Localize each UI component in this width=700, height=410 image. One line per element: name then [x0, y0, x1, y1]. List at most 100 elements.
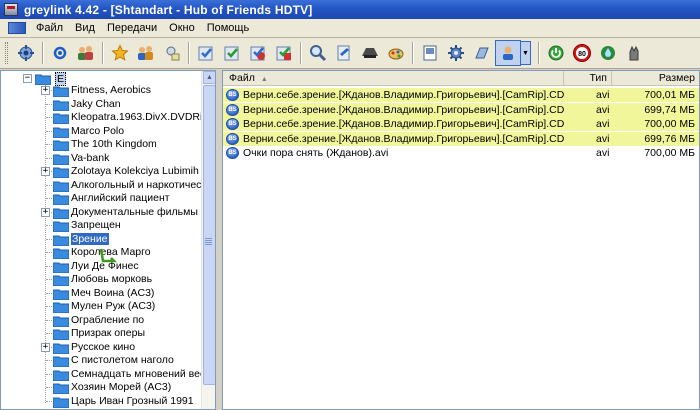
file-size: 699,74 МБ	[644, 103, 695, 116]
sort-ascending-icon: ▲	[260, 76, 268, 83]
tree-item-label[interactable]: Зрение	[71, 232, 109, 245]
check-upload-icon[interactable]	[193, 40, 219, 66]
folder-tree-content: − E + Fitness, Aerobics Jaky Chan Kleopatra…	[1, 71, 215, 410]
tree-item-label[interactable]: Царь Иван Грозный 1991	[71, 395, 194, 407]
menu-window[interactable]: Окно	[163, 20, 201, 37]
open-file-icon[interactable]	[469, 40, 495, 66]
tree-item-label[interactable]: Меч Воина (AC3)	[71, 287, 154, 299]
speed-limit-80-icon[interactable]: 80	[569, 40, 595, 66]
file-name-cell: BS Верни.себе.зрение.[Жданов.Владимир.Гри…	[223, 118, 564, 130]
file-row[interactable]: BS Верни.себе.зрение.[Жданов.Владимир.Гри…	[223, 102, 699, 117]
speed-limit-label: 80	[578, 51, 586, 58]
file-type: avi	[596, 132, 610, 145]
tree-item[interactable]: Царь Иван Грозный 1991	[1, 393, 201, 410]
menu-transfers[interactable]: Передачи	[101, 20, 163, 37]
tree-item-label[interactable]: The 10th Kingdom	[71, 138, 157, 150]
file-name-cell: BS Верни.себе.зрение.[Жданов.Владимир.Гри…	[223, 103, 564, 116]
search-icon[interactable]	[305, 40, 331, 66]
file-icon: BS	[226, 132, 239, 145]
file-type: avi	[596, 147, 610, 159]
scroll-up-icon[interactable]: ▲	[203, 71, 215, 84]
file-name: Очки пора снять (Жданов).avi	[243, 147, 389, 159]
tree-item-label[interactable]: Kleopatra.1963.DivX.DVDRip	[71, 111, 208, 123]
tree-item-label[interactable]: Marco Polo	[71, 125, 124, 137]
file-list-header: Файл ▲ Тип Размер	[223, 71, 699, 86]
file-row[interactable]: BS Верни.себе.зрение.[Жданов.Владимир.Гри…	[223, 131, 699, 146]
file-row[interactable]: BS Верни.себе.зрение.[Жданов.Владимир.Гри…	[223, 117, 699, 131]
tree-item-label[interactable]: Призрак оперы	[71, 327, 145, 339]
dropdown-icon[interactable]: ▼	[521, 41, 531, 65]
file-name-cell: BS Очки пора снять (Жданов).avi	[223, 147, 564, 159]
tree-item-label[interactable]: Zolotaya Kolekciya Lubimih Mult	[71, 165, 215, 177]
tree-item-label[interactable]: Документальные фильмы	[71, 206, 198, 218]
favorite-star-icon[interactable]	[107, 40, 133, 66]
file-icon: BS	[226, 89, 239, 101]
tree-item-label[interactable]: Fitness, Aerobics	[71, 84, 151, 96]
column-header-name[interactable]: Файл ▲	[223, 71, 564, 86]
hand-icon[interactable]	[621, 40, 647, 66]
tree-item-label[interactable]: Алкогольный и наркотический	[71, 179, 215, 191]
gear-settings-icon[interactable]	[443, 40, 469, 66]
file-type: avi	[596, 89, 610, 101]
favorite-users-icon[interactable]	[133, 40, 159, 66]
file-row[interactable]: BS Очки пора снять (Жданов).avi avi 700,00 …	[223, 146, 699, 160]
column-header-size[interactable]: Размер	[612, 71, 699, 86]
check-queue-icon[interactable]	[245, 40, 271, 66]
tree-item-label[interactable]: Хозяин Морей (AC3)	[71, 381, 171, 393]
search-spy-icon[interactable]	[331, 40, 357, 66]
tree-item-label[interactable]: Запрещен	[71, 219, 121, 231]
toolbar-separator	[412, 42, 414, 64]
folder-tree[interactable]: − E + Fitness, Aerobics Jaky Chan Kleopatra…	[0, 70, 216, 410]
expand-icon[interactable]: +	[41, 86, 50, 95]
tree-item-label[interactable]: Английский пациент	[71, 192, 170, 204]
menu-window-icon[interactable]	[8, 22, 26, 34]
reconnect-icon[interactable]	[47, 40, 73, 66]
file-icon: BS	[226, 118, 239, 130]
toolbar-separator	[538, 42, 540, 64]
scrollbar-grip	[205, 238, 212, 246]
file-size: 699,76 МБ	[644, 132, 695, 145]
file-list[interactable]: Файл ▲ Тип Размер BS Верни.себе.зрение.[Жд…	[222, 70, 700, 410]
expand-icon[interactable]: +	[41, 342, 50, 352]
tree-item-label[interactable]: Va-bank	[71, 152, 109, 164]
power-icon[interactable]	[543, 40, 569, 66]
drop-icon[interactable]	[595, 40, 621, 66]
file-name: Верни.себе.зрение.[Жданов.Владимир.Григо…	[243, 103, 564, 116]
file-icon: BS	[226, 147, 239, 159]
window-title: greylink 4.42 - [Shtandart - Hub of Frie…	[24, 2, 313, 17]
users-icon[interactable]	[73, 40, 99, 66]
toolbar-separator	[42, 42, 44, 64]
adl-search-icon[interactable]	[357, 40, 383, 66]
file-row[interactable]: BS Верни.себе.зрение.[Жданов.Владимир.Гри…	[223, 88, 699, 102]
tree-item-label[interactable]: С пистолетом наголо	[71, 354, 174, 366]
column-header-name-label: Файл	[229, 72, 255, 84]
tree-item-label[interactable]: Любовь морковь	[71, 273, 152, 285]
connect-icon[interactable]	[13, 40, 39, 66]
tree-item-label[interactable]: Мулен Руж (AC3)	[71, 300, 155, 312]
tree-item-label[interactable]: Русское кино	[71, 341, 135, 353]
check-download-icon[interactable]	[219, 40, 245, 66]
column-header-type[interactable]: Тип	[564, 71, 612, 86]
toolbar: ▼ 80	[0, 38, 700, 69]
hub-list-icon[interactable]	[383, 40, 409, 66]
menu-view[interactable]: Вид	[69, 20, 101, 37]
settings-icon[interactable]	[159, 40, 185, 66]
expand-icon[interactable]: +	[41, 167, 50, 176]
menu-bar: Файл Вид Передачи Окно Помощь	[0, 19, 700, 38]
scrollbar-thumb[interactable]	[203, 85, 215, 385]
tree-item-label[interactable]: Семнадцать мгновений весны	[71, 368, 215, 380]
file-type: avi	[596, 103, 610, 116]
toolbar-grip[interactable]	[5, 42, 8, 64]
notepad-icon[interactable]	[417, 40, 443, 66]
user-active-icon[interactable]	[495, 40, 521, 66]
check-finished-icon[interactable]	[271, 40, 297, 66]
menu-file[interactable]: Файл	[30, 20, 69, 37]
menu-help[interactable]: Помощь	[201, 20, 256, 37]
app-icon	[4, 3, 18, 16]
expand-icon[interactable]: +	[41, 207, 50, 217]
tree-scrollbar[interactable]: ▲	[201, 71, 215, 409]
title-bar[interactable]: greylink 4.42 - [Shtandart - Hub of Frie…	[0, 0, 700, 19]
tree-item-label[interactable]: Ограбление по	[71, 314, 144, 326]
mouse-cursor-icon	[99, 248, 117, 263]
tree-item-label[interactable]: Jaky Chan	[71, 98, 121, 110]
